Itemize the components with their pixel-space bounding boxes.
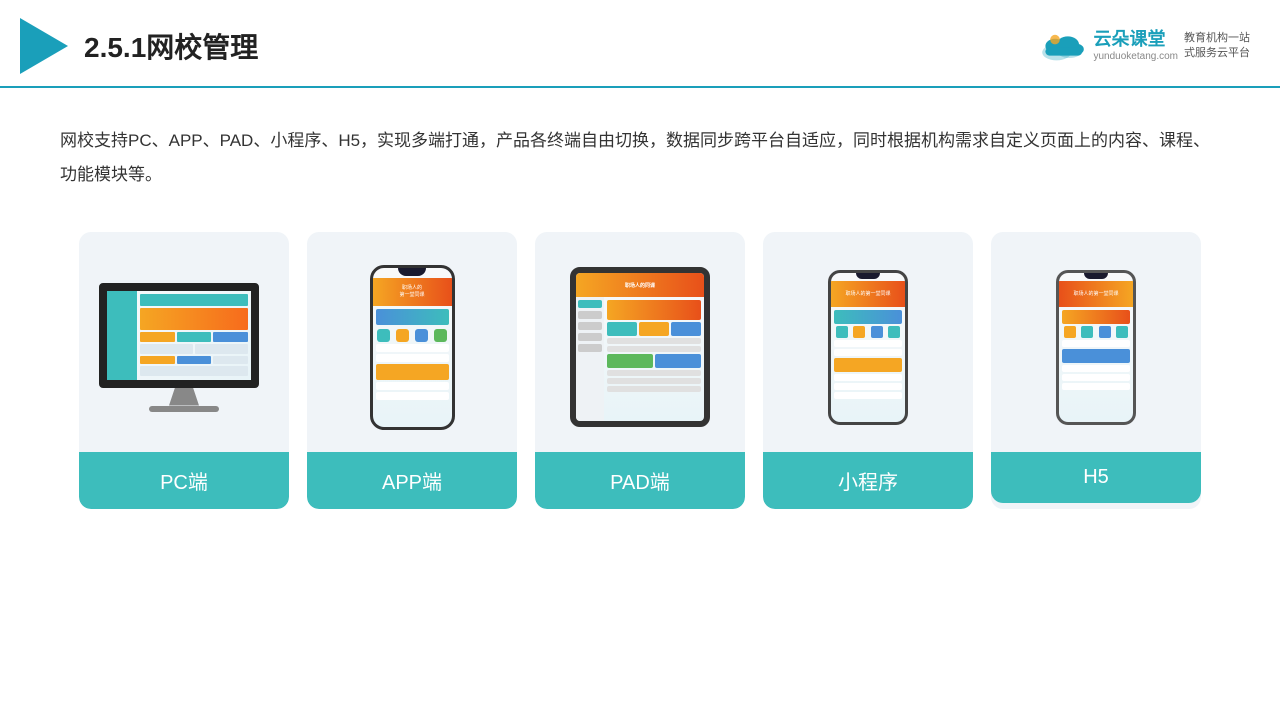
card-app-image: 职场人的第一堂同课 <box>307 252 517 442</box>
card-pad-image: 职场人的同课 <box>535 252 745 442</box>
card-pc-image <box>79 252 289 442</box>
page-title: 2.5.1网校管理 <box>84 26 258 66</box>
brand-name: 云朵课堂 <box>1093 29 1178 51</box>
card-app: 职场人的第一堂同课 <box>307 232 517 509</box>
description-paragraph: 网校支持PC、APP、PAD、小程序、H5，实现多端打通，产品各终端自由切换，数… <box>60 124 1220 192</box>
card-miniprogram: 职场人的第一堂同课 <box>763 232 973 509</box>
card-pc: PC端 <box>79 232 289 509</box>
card-miniprogram-image: 职场人的第一堂同课 <box>763 252 973 442</box>
card-miniprogram-label: 小程序 <box>763 452 973 509</box>
brand-tagline: 教育机构一站 式服务云平台 <box>1184 31 1250 62</box>
header: 2.5.1网校管理 云朵课堂 yunduoketang.com 教育机构一站 式… <box>0 0 1280 88</box>
cloud-icon <box>1039 30 1087 62</box>
cards-container: PC端 职场人的第一堂同课 <box>0 212 1280 539</box>
tablet-pad-icon: 职场人的同课 <box>570 267 710 427</box>
brand-text: 云朵课堂 yunduoketang.com <box>1093 29 1178 63</box>
description-text: 网校支持PC、APP、PAD、小程序、H5，实现多端打通，产品各终端自由切换，数… <box>0 88 1280 212</box>
card-pc-label: PC端 <box>79 452 289 509</box>
card-h5: 职场人的第一堂同课 <box>991 232 1201 509</box>
card-pad: 职场人的同课 <box>535 232 745 509</box>
card-app-label: APP端 <box>307 452 517 509</box>
phone-miniprogram-icon: 职场人的第一堂同课 <box>828 270 908 425</box>
card-h5-image: 职场人的第一堂同课 <box>991 252 1201 442</box>
phone-h5-icon: 职场人的第一堂同课 <box>1056 270 1136 425</box>
card-pad-label: PAD端 <box>535 452 745 509</box>
header-left: 2.5.1网校管理 <box>20 18 258 74</box>
header-right: 云朵课堂 yunduoketang.com 教育机构一站 式服务云平台 <box>1039 29 1250 63</box>
pc-monitor-icon <box>99 283 269 412</box>
brand-url: yunduoketang.com <box>1093 51 1178 63</box>
card-h5-label: H5 <box>991 452 1201 503</box>
brand-logo: 云朵课堂 yunduoketang.com 教育机构一站 式服务云平台 <box>1039 29 1250 63</box>
logo-triangle-icon <box>20 18 68 74</box>
phone-app-icon: 职场人的第一堂同课 <box>370 265 455 430</box>
